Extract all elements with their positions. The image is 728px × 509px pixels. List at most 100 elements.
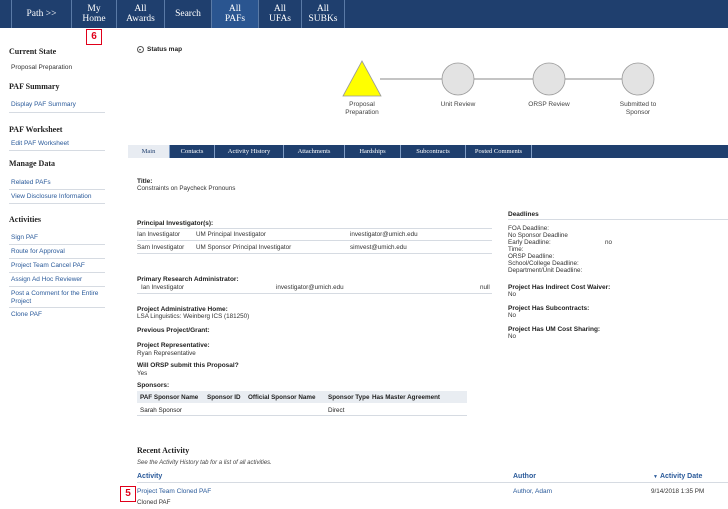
dept-deadline-label: Department/Unit Deadline: xyxy=(508,267,583,274)
tab-attachments[interactable]: Attachments xyxy=(284,145,345,158)
recent-activity-heading: Recent Activity xyxy=(137,446,190,455)
divider xyxy=(137,228,492,229)
sidebar-divider xyxy=(9,272,105,273)
collapse-toggle-icon xyxy=(137,46,144,53)
activity-date-label: Activity Date xyxy=(659,473,703,480)
sidebar-heading-manage-data: Manage Data xyxy=(9,159,55,168)
route-for-approval-link[interactable]: Route for Approval xyxy=(11,248,106,255)
recent-activity-note: See the Activity History tab for a list … xyxy=(137,460,272,466)
nav-all-ufas-line2: UFAs xyxy=(269,14,291,24)
nav-all-ufas[interactable]: All UFAs xyxy=(259,0,302,28)
nav-search-label: Search xyxy=(175,9,201,19)
column-header: PAF Sponsor Name xyxy=(140,393,199,401)
column-header: Has Master Agreement xyxy=(372,393,441,401)
nav-all-subks-line2: SUBKs xyxy=(308,14,338,24)
project-rep-label: Project Representative: xyxy=(137,342,210,349)
annotation-badge-activity: 5 xyxy=(120,486,136,502)
paf-tabs: Main Contacts Activity History Attachmen… xyxy=(128,145,728,158)
tab-posted-comments[interactable]: Posted Comments xyxy=(466,145,532,158)
sidebar-heading-current-state: Current State xyxy=(9,47,57,56)
sponsors-table-header: PAF Sponsor Name Sponsor ID Official Spo… xyxy=(137,391,467,403)
status-map-label: Status map xyxy=(147,46,183,53)
assign-ad-hoc-reviewer-link[interactable]: Assign Ad Hoc Reviewer xyxy=(11,276,106,283)
nav-search[interactable]: Search xyxy=(165,0,212,28)
display-paf-summary-link[interactable]: Display PAF Summary xyxy=(11,101,106,108)
sidebar-divider xyxy=(9,286,105,287)
divider xyxy=(508,219,728,220)
indirect-cost-waiver-value: No xyxy=(508,291,517,298)
orsp-submit-value: Yes xyxy=(137,370,148,377)
status-stage-current-icon xyxy=(342,60,382,97)
subcontracts-value: No xyxy=(508,312,517,319)
title-value: Constraints on Paycheck Pronouns xyxy=(137,185,236,192)
time-label: Time: xyxy=(508,246,524,253)
activity-table-header: Activity Author ▼ Activity Date xyxy=(137,471,728,483)
table-cell: Direct xyxy=(328,406,345,414)
view-disclosure-link[interactable]: View Disclosure Information xyxy=(11,193,106,200)
sort-descending-icon: ▼ xyxy=(653,473,658,480)
sidebar-divider xyxy=(9,203,105,204)
tab-subcontracts[interactable]: Subcontracts xyxy=(401,145,466,158)
nav-all-subks-line1: All xyxy=(316,4,330,14)
activity-author: Author, Adam xyxy=(513,488,553,495)
nav-all-subks[interactable]: All SUBKs xyxy=(302,0,345,28)
divider xyxy=(137,293,492,294)
tab-hardships[interactable]: Hardships xyxy=(345,145,401,158)
indirect-cost-waiver-label: Project Has Indirect Cost Waiver: xyxy=(508,284,611,291)
tab-contacts[interactable]: Contacts xyxy=(170,145,215,158)
project-rep-value: Ryan Representative xyxy=(137,350,196,357)
pi-name: Sam Investigator xyxy=(137,244,185,251)
activity-column-header[interactable]: Activity xyxy=(137,473,513,480)
nav-path-menu[interactable]: Path >> xyxy=(12,0,72,28)
sponsors-table: PAF Sponsor Name Sponsor ID Official Spo… xyxy=(137,391,467,416)
divider xyxy=(137,240,492,241)
subcontracts-label: Project Has Subcontracts: xyxy=(508,305,590,312)
activity-link[interactable]: Project Team Cloned PAF xyxy=(137,488,211,495)
sidebar-divider xyxy=(9,112,105,113)
table-cell: Sarah Sponsor xyxy=(140,406,183,414)
activity-date: 9/14/2018 1:35 PM xyxy=(651,488,705,495)
nav-my-home-line1: My xyxy=(87,4,101,14)
column-header: Sponsor Type xyxy=(328,393,370,401)
table-row: Sarah Sponsor Direct xyxy=(137,405,467,416)
nav-path-label: Path >> xyxy=(26,9,57,19)
column-header: Official Sponsor Name xyxy=(248,393,316,401)
pra-email: investigator@umich.edu xyxy=(276,284,344,291)
sidebar-heading-paf-worksheet: PAF Worksheet xyxy=(9,125,63,134)
project-team-cancel-paf-link[interactable]: Project Team Cancel PAF xyxy=(11,262,106,269)
column-header: Sponsor ID xyxy=(207,393,241,401)
nav-all-awards[interactable]: All Awards xyxy=(117,0,165,28)
author-column-header[interactable]: Author xyxy=(513,473,653,480)
cost-sharing-label: Project Has UM Cost Sharing: xyxy=(508,326,601,333)
nav-all-pafs[interactable]: All PAFs xyxy=(212,0,259,28)
sidebar-divider xyxy=(9,258,105,259)
tab-main[interactable]: Main xyxy=(128,145,170,158)
edit-paf-worksheet-link[interactable]: Edit PAF Worksheet xyxy=(11,140,106,147)
sidebar-divider xyxy=(9,244,105,245)
pra-null-value: null xyxy=(480,284,490,291)
activity-date-column-header[interactable]: ▼ Activity Date xyxy=(653,473,728,480)
status-stage-circle xyxy=(621,62,655,96)
stage-unit-review: Unit Review xyxy=(440,101,476,108)
related-pafs-link[interactable]: Related PAFs xyxy=(11,179,106,186)
stage-orsp-review: ORSP Review xyxy=(528,101,570,108)
tab-activity-history[interactable]: Activity History xyxy=(215,145,284,158)
nav-my-home[interactable]: My Home xyxy=(72,0,117,28)
stage-submitted-to-sponsor: Submitted to Sponsor xyxy=(619,101,657,116)
status-map-toggle[interactable]: Status map xyxy=(137,46,182,53)
sidebar-heading-paf-summary: PAF Summary xyxy=(9,82,60,91)
cost-sharing-value: No xyxy=(508,333,517,340)
current-state-value: Proposal Preparation xyxy=(11,64,73,71)
admin-home-label: Project Administrative Home: xyxy=(137,306,228,313)
clone-paf-link[interactable]: Clone PAF xyxy=(11,311,106,318)
pi-email: simvest@umich.edu xyxy=(350,244,407,251)
status-map-diagram xyxy=(342,60,655,97)
post-comment-link[interactable]: Post a Comment for the Entire Project xyxy=(11,290,106,305)
nav-all-pafs-line1: All xyxy=(228,4,242,14)
sign-paf-link[interactable]: Sign PAF xyxy=(11,234,106,241)
sidebar-heading-activities: Activities xyxy=(9,215,41,224)
nav-my-home-line2: Home xyxy=(82,14,106,24)
nav-spacer xyxy=(0,0,12,28)
pi-label: Principal Investigator(s): xyxy=(137,220,214,227)
orsp-submit-label: Will ORSP submit this Proposal? xyxy=(137,362,239,369)
